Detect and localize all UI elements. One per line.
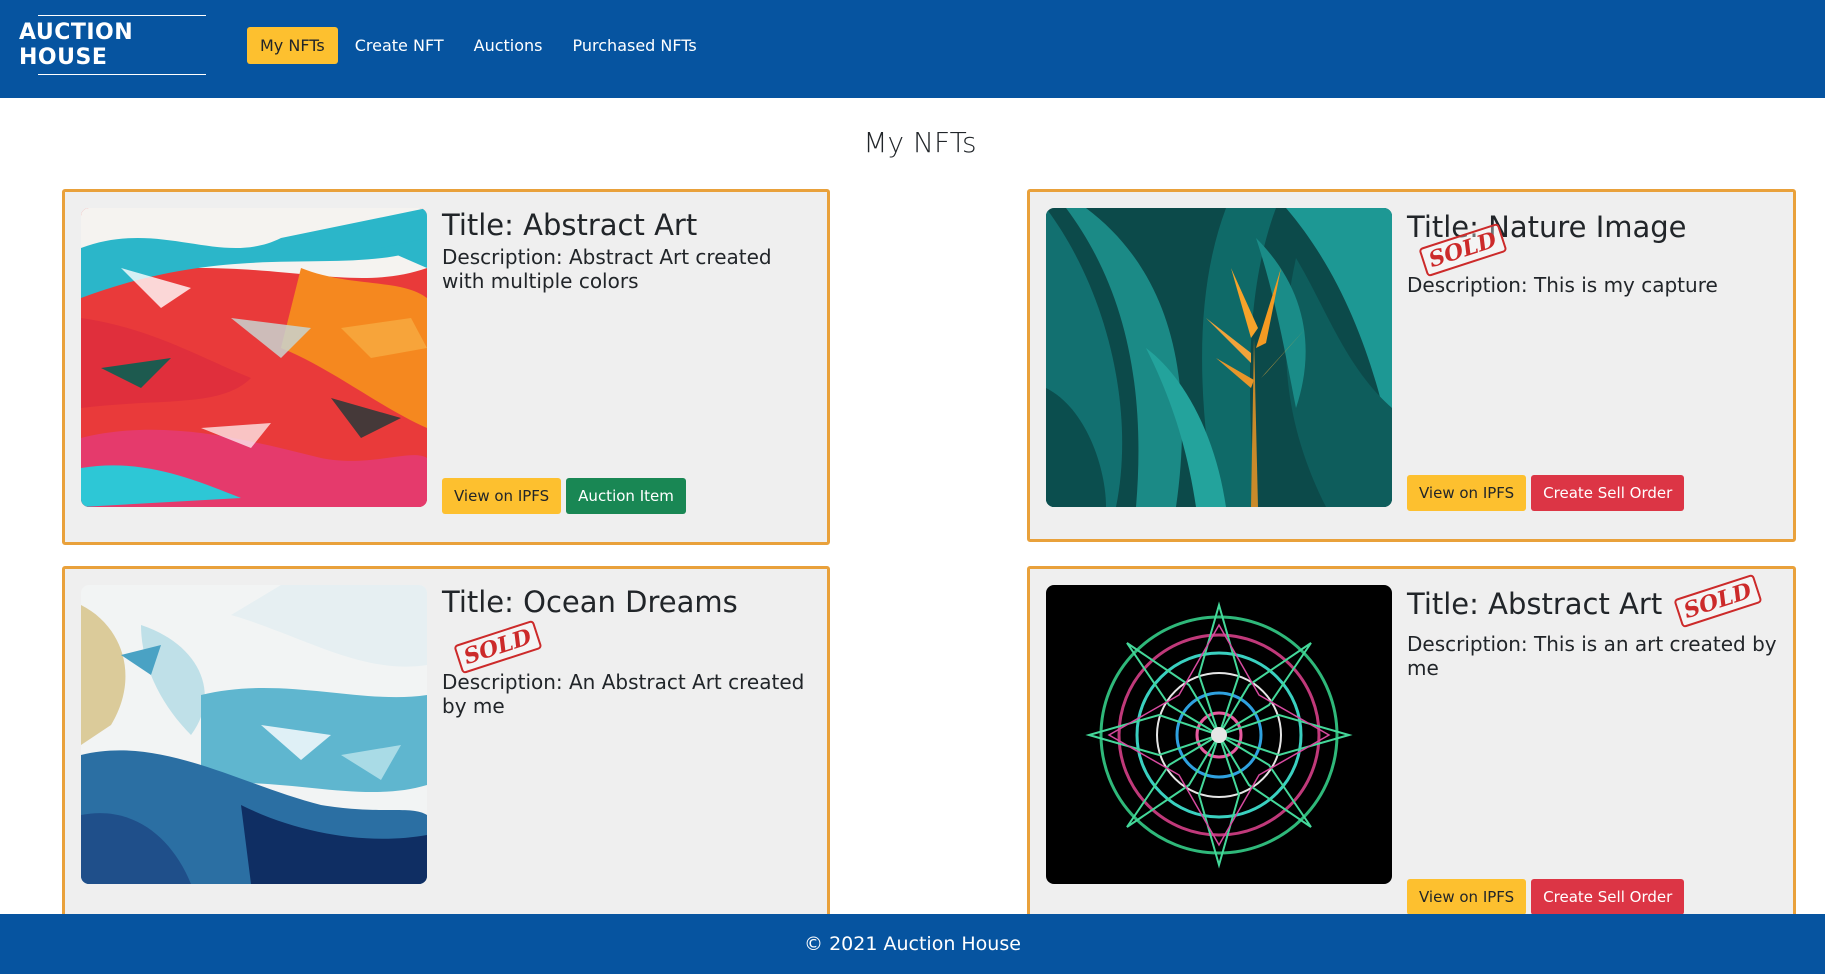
nft-title: Title: Abstract Art bbox=[1407, 587, 1663, 621]
nft-card: Title: Abstract Art SOLD Description: Th… bbox=[1027, 566, 1796, 926]
footer: © 2021 Auction House bbox=[0, 914, 1825, 974]
nft-description: Description: This is an art created by m… bbox=[1407, 631, 1777, 680]
nav-auctions[interactable]: Auctions bbox=[461, 27, 556, 64]
nft-title: Title: Ocean Dreams bbox=[442, 585, 738, 619]
nft-info: Title: Abstract Art Description: Abstrac… bbox=[442, 208, 811, 528]
nft-title: Title: Abstract Art bbox=[442, 208, 698, 242]
create-sell-order-button[interactable]: Create Sell Order bbox=[1531, 475, 1685, 511]
nft-card: Title: Nature Image SOLD Description: Th… bbox=[1027, 189, 1796, 542]
mandala-image bbox=[1046, 585, 1392, 884]
nav-links: My NFTs Create NFT Auctions Purchased NF… bbox=[247, 26, 714, 64]
abstract-paint-image bbox=[81, 208, 427, 507]
footer-copyright: © 2021 Auction House bbox=[804, 933, 1021, 955]
nft-info: Title: Abstract Art SOLD Description: Th… bbox=[1407, 574, 1777, 915]
view-on-ipfs-button[interactable]: View on IPFS bbox=[1407, 879, 1527, 915]
tropical-leaves-image bbox=[1046, 208, 1392, 507]
navbar: AUCTION HOUSE My NFTs Create NFT Auction… bbox=[0, 0, 1825, 98]
ocean-abstract-image bbox=[81, 585, 427, 884]
nav-my-nfts[interactable]: My NFTs bbox=[247, 26, 338, 64]
sold-stamp: SOLD bbox=[1673, 574, 1763, 629]
nft-info: Title: Ocean Dreams SOLD Description: An… bbox=[442, 585, 811, 909]
page-title: My NFTs bbox=[863, 126, 977, 159]
create-sell-order-button[interactable]: Create Sell Order bbox=[1531, 879, 1685, 915]
nft-description: Description: Abstract Art created with m… bbox=[442, 244, 772, 293]
nav-purchased-nfts[interactable]: Purchased NFTs bbox=[560, 27, 710, 64]
view-on-ipfs-button[interactable]: View on IPFS bbox=[1407, 475, 1527, 511]
sold-stamp: SOLD bbox=[453, 619, 543, 675]
nft-card: Title: Abstract Art Description: Abstrac… bbox=[62, 189, 830, 545]
nft-info: Title: Nature Image SOLD Description: Th… bbox=[1407, 208, 1777, 525]
nft-card: Title: Ocean Dreams SOLD Description: An… bbox=[62, 566, 830, 926]
nav-create-nft[interactable]: Create NFT bbox=[342, 27, 457, 64]
auction-item-button[interactable]: Auction Item bbox=[566, 478, 686, 514]
nft-description: Description: This is my capture bbox=[1407, 273, 1718, 298]
view-on-ipfs-button[interactable]: View on IPFS bbox=[442, 478, 562, 514]
nft-description: Description: An Abstract Art created by … bbox=[442, 670, 805, 719]
brand-logo[interactable]: AUCTION HOUSE bbox=[19, 15, 215, 75]
